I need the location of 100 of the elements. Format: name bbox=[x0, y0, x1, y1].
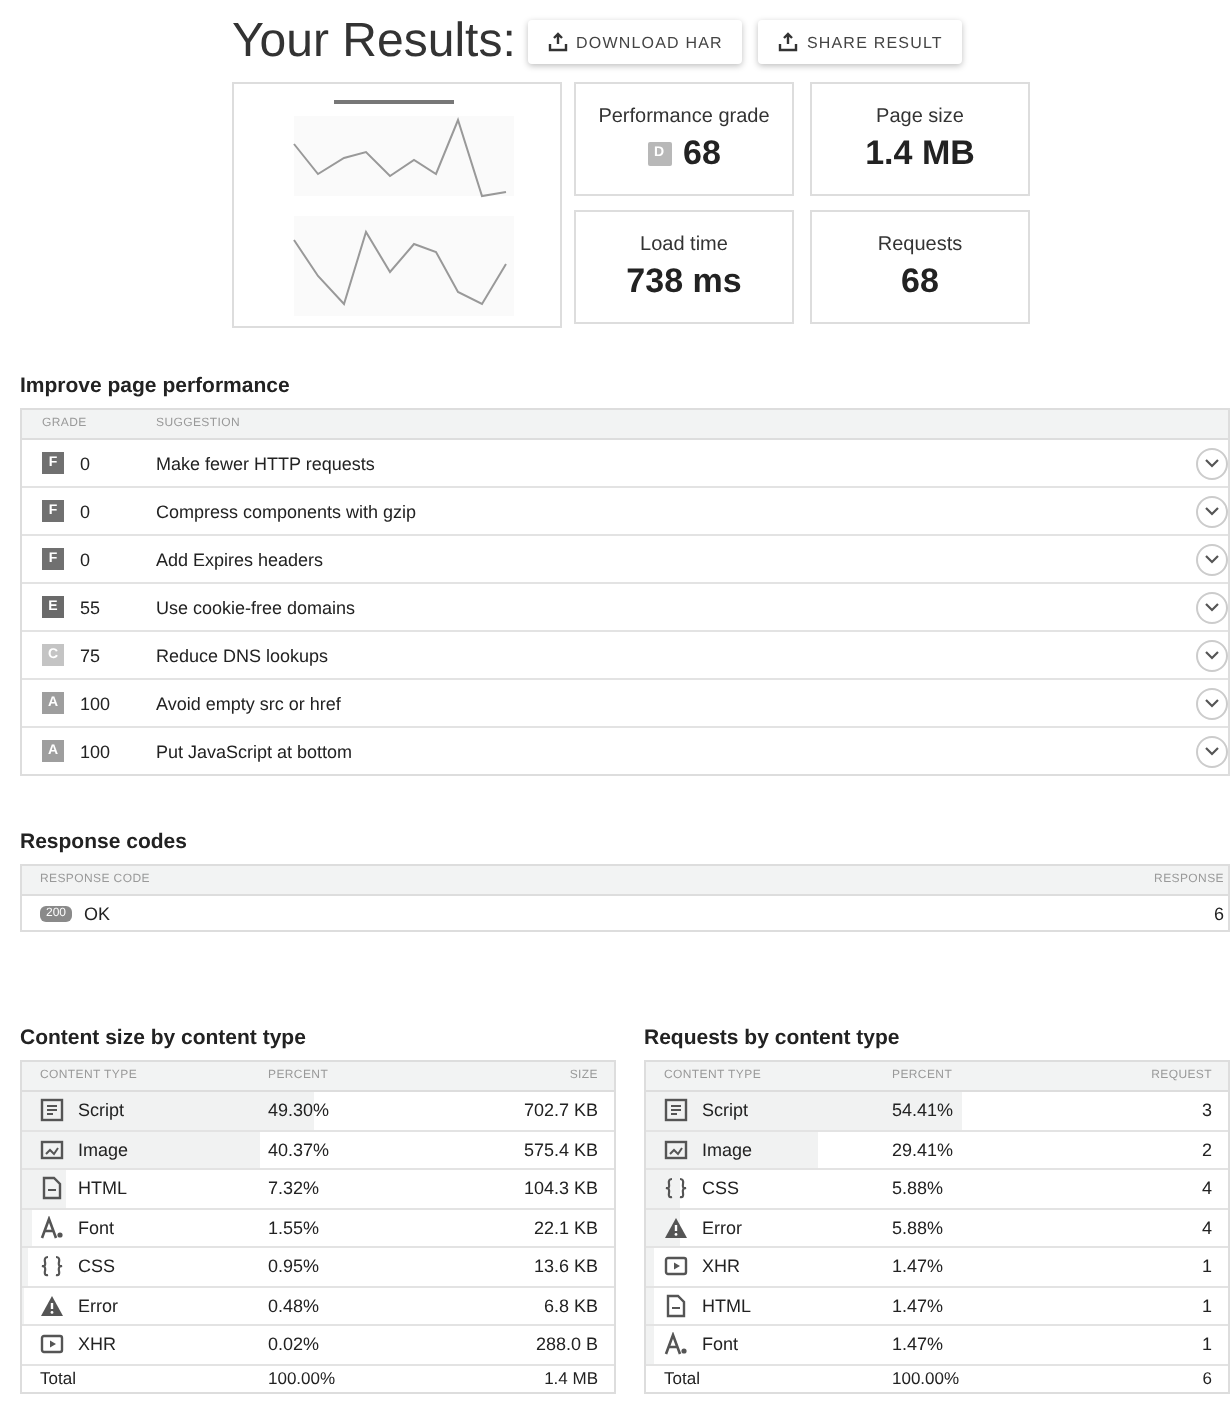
table-value: 702.7 KB bbox=[523, 1100, 600, 1121]
suggestion-text: Use cookie-free domains bbox=[156, 597, 358, 617]
stat-value: 68 bbox=[683, 133, 721, 173]
percent-value: 1.47% bbox=[892, 1256, 946, 1277]
table-value: 13.6 KB bbox=[533, 1256, 600, 1277]
warning-icon bbox=[40, 1293, 64, 1318]
content-type: Error bbox=[702, 1217, 742, 1238]
stat-value: 738 ms bbox=[626, 261, 742, 301]
video-icon bbox=[664, 1254, 688, 1279]
table-value: 6.8 KB bbox=[543, 1295, 600, 1316]
suggestion-text: Reduce DNS lookups bbox=[156, 645, 331, 665]
content-type: Script bbox=[78, 1100, 125, 1121]
stat-label: Load time bbox=[640, 233, 728, 255]
suggestion-text: Put JavaScript at bottom bbox=[156, 741, 355, 761]
status-label: OK bbox=[84, 903, 113, 923]
response-count: 6 bbox=[1213, 903, 1226, 923]
content-type: CSS bbox=[78, 1256, 116, 1277]
toolbar-button[interactable]: DOWNLOAD HAR bbox=[528, 20, 743, 64]
expand-button[interactable] bbox=[1196, 495, 1228, 527]
percent-value: 0.95% bbox=[268, 1256, 322, 1277]
table-value: 4 bbox=[1201, 1217, 1214, 1238]
expand-button[interactable] bbox=[1196, 687, 1228, 719]
table-value: 2 bbox=[1201, 1139, 1214, 1160]
upload-icon bbox=[548, 32, 568, 52]
grade-score: 75 bbox=[80, 645, 103, 665]
chevron-down-icon bbox=[1204, 746, 1220, 756]
section-title: Response codes bbox=[20, 830, 189, 854]
chevron-down-icon bbox=[1204, 602, 1220, 612]
table-value: 3 bbox=[1201, 1100, 1214, 1121]
content-type: Image bbox=[78, 1139, 129, 1160]
grade-score: 0 bbox=[80, 501, 93, 521]
stat-label: Requests bbox=[877, 233, 963, 255]
suggestion-text: Make fewer HTTP requests bbox=[156, 453, 377, 473]
grade-score: 0 bbox=[80, 453, 93, 473]
table-value: 1 bbox=[1201, 1295, 1214, 1316]
table-value: 22.1 KB bbox=[533, 1217, 600, 1238]
content-type: XHR bbox=[702, 1256, 741, 1277]
braces-icon bbox=[664, 1176, 688, 1201]
total-label: Total bbox=[38, 1368, 78, 1388]
total-label: Total bbox=[662, 1368, 702, 1388]
chevron-down-icon bbox=[1204, 650, 1220, 660]
stat-label: Page size bbox=[876, 105, 964, 127]
content-type: Font bbox=[78, 1217, 115, 1238]
chevron-down-icon bbox=[1204, 698, 1220, 708]
toolbar-button[interactable]: SHARE RESULT bbox=[758, 20, 963, 64]
percent-value: 5.88% bbox=[892, 1217, 946, 1238]
image-icon bbox=[40, 1137, 64, 1162]
percent-value: 1.55% bbox=[268, 1217, 322, 1238]
font-icon bbox=[40, 1215, 64, 1240]
image-icon bbox=[664, 1137, 688, 1162]
section-title: Improve page performance bbox=[20, 374, 292, 398]
expand-button[interactable] bbox=[1196, 543, 1228, 575]
table-value: 104.3 KB bbox=[523, 1178, 600, 1199]
suggestion-text: Add Expires headers bbox=[156, 549, 326, 569]
table-value: 288.0 B bbox=[535, 1334, 600, 1355]
grade-score: 0 bbox=[80, 549, 93, 569]
percent-value: 40.37% bbox=[268, 1139, 332, 1160]
expand-button[interactable] bbox=[1196, 447, 1228, 479]
table-value: 1 bbox=[1201, 1334, 1214, 1355]
content-type: Font bbox=[702, 1334, 739, 1355]
suggestion-text: Compress components with gzip bbox=[156, 501, 419, 521]
expand-button[interactable] bbox=[1196, 735, 1228, 767]
stat-value: 68 bbox=[901, 261, 939, 301]
content-type: HTML bbox=[78, 1178, 127, 1199]
document-icon bbox=[40, 1176, 64, 1201]
script-icon bbox=[40, 1098, 64, 1123]
stat-label: Performance grade bbox=[598, 105, 770, 127]
expand-button[interactable] bbox=[1196, 639, 1228, 671]
suggestion-text: Avoid empty src or href bbox=[156, 693, 343, 713]
total-value: 6 bbox=[1202, 1368, 1214, 1388]
content-type: Image bbox=[702, 1139, 753, 1160]
section-title: Content size by content type bbox=[20, 1026, 308, 1050]
expand-button[interactable] bbox=[1196, 591, 1228, 623]
percent-value: 0.02% bbox=[268, 1334, 322, 1355]
percent-value: 1.47% bbox=[892, 1295, 946, 1316]
total-percent: 100.00% bbox=[892, 1368, 962, 1388]
content-type: Script bbox=[702, 1100, 749, 1121]
video-icon bbox=[40, 1332, 64, 1357]
total-percent: 100.00% bbox=[268, 1368, 338, 1388]
font-icon bbox=[664, 1332, 688, 1357]
grade-score: 55 bbox=[80, 597, 103, 617]
braces-icon bbox=[40, 1254, 64, 1279]
percent-value: 0.48% bbox=[268, 1295, 322, 1316]
grade-score: 100 bbox=[80, 741, 113, 761]
script-icon bbox=[664, 1098, 688, 1123]
content-type: Error bbox=[78, 1295, 118, 1316]
table-value: 4 bbox=[1201, 1178, 1214, 1199]
percent-value: 1.47% bbox=[892, 1334, 946, 1355]
grade-score: 100 bbox=[80, 693, 113, 713]
percent-value: 49.30% bbox=[268, 1100, 332, 1121]
document-icon bbox=[664, 1293, 688, 1318]
percent-value: 5.88% bbox=[892, 1178, 946, 1199]
warning-icon bbox=[664, 1215, 688, 1240]
upload-icon bbox=[778, 32, 799, 52]
table-value: 575.4 KB bbox=[523, 1139, 600, 1160]
section-title: Requests by content type bbox=[644, 1026, 902, 1050]
table-value: 1 bbox=[1201, 1256, 1214, 1277]
content-type: XHR bbox=[78, 1334, 117, 1355]
stat-value: 1.4 MB bbox=[865, 133, 975, 173]
percent-value: 7.32% bbox=[268, 1178, 322, 1199]
